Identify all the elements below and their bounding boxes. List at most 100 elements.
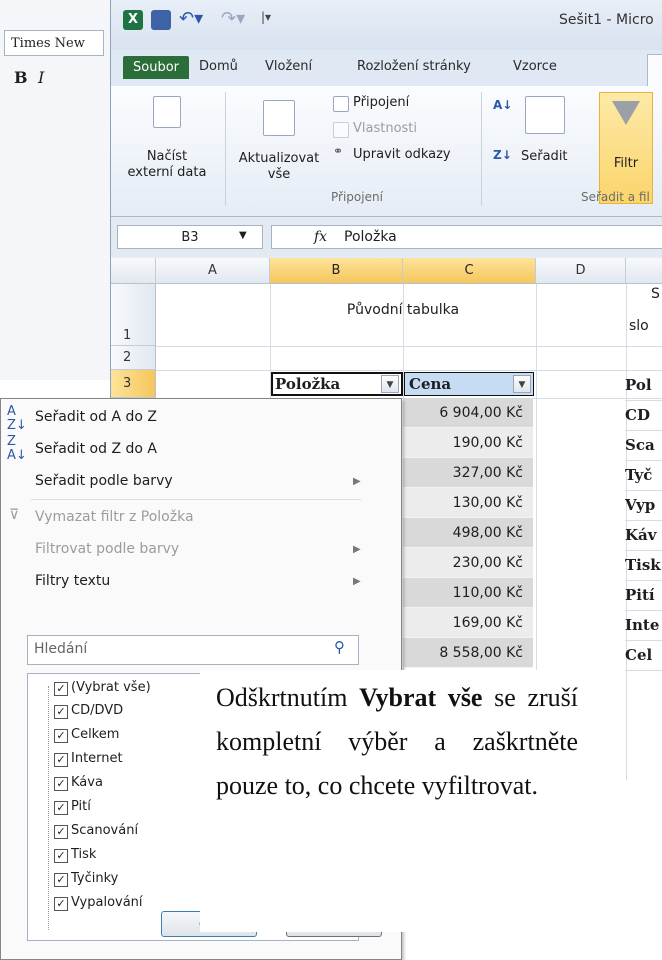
- select-all-corner[interactable]: [111, 258, 156, 284]
- price-cell[interactable]: 190,00 Kč: [403, 428, 533, 458]
- menu-sort-by-color[interactable]: Seřadit podle barvy: [35, 473, 173, 489]
- tab-data[interactable]: [647, 54, 662, 87]
- tree-line: [48, 686, 50, 930]
- checkbox-item[interactable]: ✓ Scanování: [54, 823, 138, 839]
- right-cell[interactable]: Tyč: [625, 460, 662, 491]
- column-header-c[interactable]: C: [403, 258, 536, 284]
- price-cell[interactable]: 498,00 Kč: [403, 518, 533, 548]
- submenu-arrow-icon: ▶: [353, 544, 361, 555]
- filter-dropdown-icon[interactable]: ▼: [381, 375, 399, 393]
- grid-line: [156, 346, 662, 347]
- sort-za-icon[interactable]: Z↓: [493, 148, 512, 162]
- fx-icon[interactable]: fx: [314, 229, 327, 245]
- price-cell[interactable]: 130,00 Kč: [403, 488, 533, 518]
- filter-search-input[interactable]: Hledání ⚲: [27, 635, 359, 665]
- redo-icon[interactable]: ↷▾: [221, 8, 245, 29]
- column-header-d[interactable]: D: [536, 258, 626, 284]
- checkbox-item[interactable]: ✓ Internet: [54, 751, 123, 767]
- name-box-dropdown-icon[interactable]: ▼: [239, 230, 247, 241]
- sort-button[interactable]: Seřadit: [521, 148, 568, 165]
- checkbox-item[interactable]: ✓ Celkem: [54, 727, 119, 743]
- right-cell[interactable]: Vyp: [625, 490, 662, 521]
- tab-page-layout[interactable]: Rozložení stránky: [357, 59, 471, 74]
- menu-filter-by-color[interactable]: Filtrovat podle barvy: [35, 541, 179, 557]
- right-cell[interactable]: Inte: [625, 610, 662, 641]
- checkbox-icon: ✓: [54, 849, 68, 863]
- edit-links-button[interactable]: Upravit odkazy: [353, 146, 451, 163]
- price-cell[interactable]: 327,00 Kč: [403, 458, 533, 488]
- bold-button[interactable]: B: [14, 68, 28, 87]
- load-external-label-1[interactable]: Načíst: [119, 148, 215, 165]
- load-external-label-2[interactable]: externí data: [115, 164, 219, 181]
- sort-dialog-icon[interactable]: [525, 96, 565, 134]
- checkbox-item[interactable]: ✓ Vypalování: [54, 895, 143, 911]
- menu-sort-az[interactable]: Seřadit od A do Z: [35, 409, 157, 425]
- checkbox-item[interactable]: ✓ CD/DVD: [54, 703, 123, 719]
- grid-line: [156, 370, 662, 371]
- connections-icon: [333, 96, 349, 112]
- formula-input-box[interactable]: fx Položka: [271, 225, 662, 249]
- right-header-text-1: S: [651, 286, 660, 302]
- checkbox-icon: ✓: [54, 705, 68, 719]
- sort-az-icon[interactable]: A↓: [493, 98, 512, 112]
- right-cell[interactable]: Pol: [625, 370, 662, 401]
- sort-ascending-icon: A Z↓: [7, 404, 27, 433]
- filter-dropdown-icon[interactable]: ▼: [513, 375, 531, 393]
- price-cell[interactable]: 8 558,00 Kč: [403, 638, 533, 668]
- refresh-label-1[interactable]: Aktualizovat: [229, 150, 329, 167]
- checkbox-item[interactable]: ✓ Káva: [54, 775, 103, 791]
- checkbox-icon: ✓: [54, 729, 68, 743]
- checkbox-item[interactable]: ✓ Tisk: [54, 847, 96, 863]
- right-cell[interactable]: Pití: [625, 580, 662, 611]
- ribbon-divider: [225, 92, 226, 206]
- menu-sort-za[interactable]: Seřadit od Z do A: [35, 441, 157, 457]
- italic-button[interactable]: I: [38, 68, 44, 87]
- original-table-title: Původní tabulka: [346, 302, 460, 318]
- right-cell[interactable]: Káv: [625, 520, 662, 551]
- tab-home[interactable]: Domů: [199, 59, 238, 74]
- refresh-all-icon: [263, 100, 295, 136]
- column-header-e[interactable]: [626, 258, 662, 284]
- right-header-text-2: slo: [629, 318, 649, 334]
- tab-formulas[interactable]: Vzorce: [513, 59, 557, 74]
- right-cell[interactable]: Sca: [625, 430, 662, 461]
- price-cell[interactable]: 169,00 Kč: [403, 608, 533, 638]
- row-header-3[interactable]: 3: [111, 370, 156, 398]
- font-name-box[interactable]: Times New: [4, 30, 104, 56]
- undo-icon[interactable]: ↶▾: [179, 8, 203, 29]
- row-header-1[interactable]: 1: [111, 284, 156, 346]
- price-cell[interactable]: 6 904,00 Kč: [403, 398, 533, 428]
- edit-links-icon: ⚭: [333, 144, 344, 158]
- checkbox-item[interactable]: ✓ Pití: [54, 799, 91, 815]
- tab-insert[interactable]: Vložení: [265, 59, 312, 74]
- customize-quick-access-icon[interactable]: |▾: [261, 10, 271, 24]
- right-cell[interactable]: CD: [625, 400, 662, 431]
- right-cell[interactable]: Tisk: [625, 550, 662, 581]
- filter-button[interactable]: Filtr: [599, 92, 653, 204]
- row-header-2[interactable]: 2: [111, 346, 156, 370]
- ribbon-divider: [481, 92, 482, 206]
- properties-button[interactable]: Vlastnosti: [353, 120, 417, 137]
- submenu-arrow-icon: ▶: [353, 476, 361, 487]
- menu-clear-filter[interactable]: Vymazat filtr z Položka: [35, 509, 194, 525]
- column-header-b[interactable]: B: [270, 258, 403, 284]
- connections-button[interactable]: Připojení: [353, 94, 409, 111]
- checkbox-select-all[interactable]: ✓ (Vybrat vše): [54, 680, 151, 696]
- checkbox-item[interactable]: ✓ Tyčinky: [54, 871, 118, 887]
- price-cell[interactable]: 110,00 Kč: [403, 578, 533, 608]
- price-cell[interactable]: 230,00 Kč: [403, 548, 533, 578]
- tab-file[interactable]: Soubor: [123, 56, 189, 79]
- checkbox-icon: ✓: [54, 801, 68, 815]
- save-icon[interactable]: [151, 10, 171, 30]
- checkbox-icon: ✓: [54, 753, 68, 767]
- right-cell[interactable]: Cel: [625, 640, 662, 671]
- menu-text-filters[interactable]: Filtry textu: [35, 573, 110, 589]
- search-icon[interactable]: ⚲: [334, 638, 345, 656]
- header-price-cell[interactable]: Cena ▼: [404, 372, 534, 396]
- selected-cell-b3[interactable]: Položka ▼: [271, 372, 403, 396]
- refresh-label-2[interactable]: vše: [229, 166, 329, 183]
- filter-label: Filtr: [613, 156, 639, 171]
- group-label-connections: Připojení: [331, 190, 383, 204]
- excel-logo-icon[interactable]: X: [123, 10, 143, 30]
- column-header-a[interactable]: A: [156, 258, 270, 284]
